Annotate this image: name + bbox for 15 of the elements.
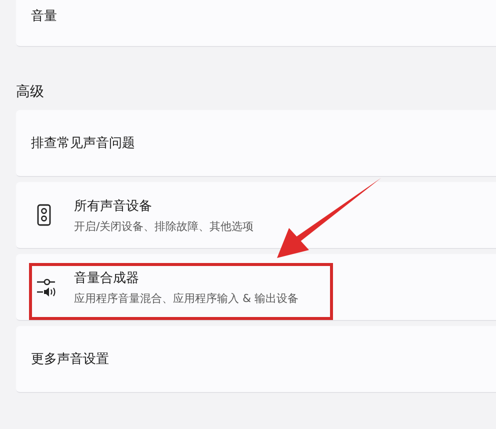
speaker-icon bbox=[36, 204, 52, 226]
card-title: 更多声音设置 bbox=[31, 351, 109, 368]
card-subtitle: 开启/关闭设备、排除故障、其他选项 bbox=[74, 218, 254, 234]
settings-card[interactable]: 音量合成器 应用程序音量混合、应用程序输入 & 输出设备 bbox=[16, 254, 496, 321]
card-title: 所有声音设备 bbox=[74, 198, 153, 214]
settings-card[interactable]: 所有声音设备 开启/关闭设备、排除故障、其他选项 bbox=[16, 182, 496, 249]
card-title: 音量 bbox=[31, 8, 57, 25]
section-heading: 高级 bbox=[16, 83, 45, 101]
card-subtitle: 应用程序音量混合、应用程序输入 & 输出设备 bbox=[74, 290, 299, 306]
settings-card[interactable]: 音量 bbox=[16, 0, 496, 47]
volume-mixer-icon bbox=[36, 277, 58, 297]
card-title: 音量合成器 bbox=[74, 270, 140, 286]
card-title: 排查常见声音问题 bbox=[31, 135, 135, 152]
settings-card[interactable]: 更多声音设置 bbox=[16, 326, 496, 393]
settings-card[interactable]: 排查常见声音问题 bbox=[16, 110, 496, 177]
